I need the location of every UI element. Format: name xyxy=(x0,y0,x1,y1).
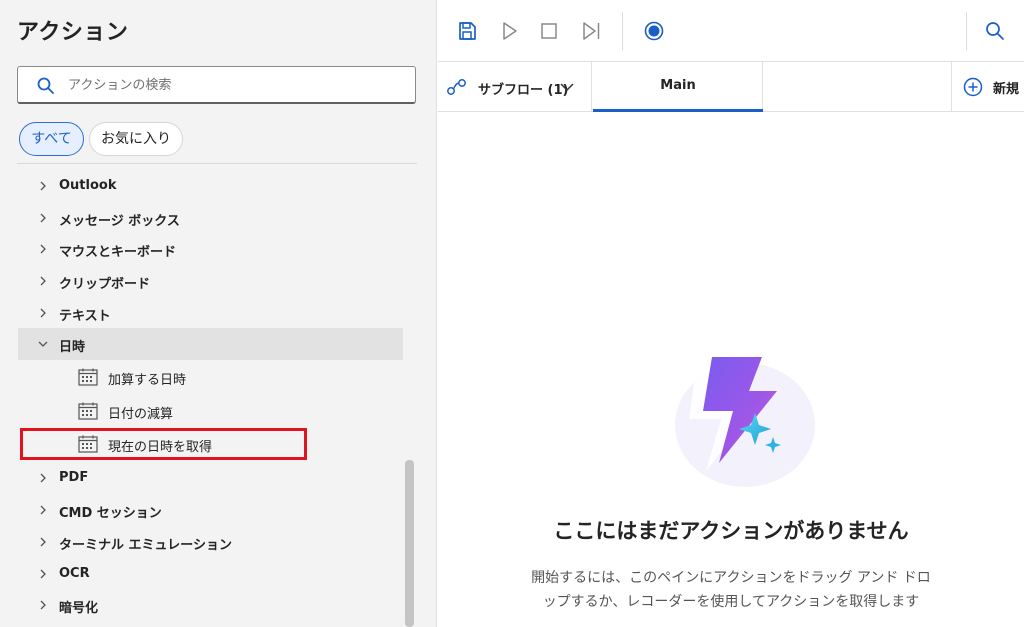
subflow-label: サブフロー (1) xyxy=(478,83,569,98)
tree-item-mouse-keyboard[interactable]: マウスとキーボード xyxy=(18,233,403,265)
tree-item-clipboard[interactable]: クリップボード xyxy=(18,265,403,297)
chevron-right-icon xyxy=(40,276,46,286)
chevron-right-icon xyxy=(40,537,46,547)
tree-item-label: マウスとキーボード xyxy=(59,245,177,260)
stop-icon[interactable] xyxy=(537,19,561,43)
toolbar-separator xyxy=(966,12,967,50)
new-subflow-button[interactable]: 新規 xyxy=(951,62,1024,111)
tree-item-message-box[interactable]: メッセージ ボックス xyxy=(18,202,403,234)
actions-pane-title: アクション xyxy=(17,20,129,45)
tree-item-ocr[interactable]: OCR xyxy=(18,558,403,590)
run-icon[interactable] xyxy=(497,19,521,43)
tree-item-label: CMD セッション xyxy=(59,506,162,521)
filter-favorites-chip[interactable]: お気に入り xyxy=(89,122,183,156)
empty-state-description: 開始するには、このペインにアクションをドラッグ アンド ドロップするか、レコーダ… xyxy=(531,570,931,610)
tree-item-label: Outlook xyxy=(59,178,117,193)
tree-item-label: テキスト xyxy=(59,309,111,324)
toolbar-separator xyxy=(622,12,623,50)
chevron-down-icon xyxy=(560,83,574,92)
chevron-right-icon xyxy=(40,213,46,223)
tree-item-cmd-session[interactable]: CMD セッション xyxy=(18,494,403,526)
empty-state-title: ここにはまだアクションがありません xyxy=(553,519,909,543)
new-subflow-label: 新規 xyxy=(993,82,1020,97)
tree-item-label: PDF xyxy=(59,470,89,485)
tree-item-label: 日時 xyxy=(59,340,86,355)
tree-item-label: クリップボード xyxy=(59,277,151,292)
calendar-icon xyxy=(78,368,98,386)
chevron-right-icon xyxy=(40,181,46,191)
subflow-icon xyxy=(447,79,466,95)
tree-item-datetime[interactable]: 日時 xyxy=(18,328,403,360)
action-item-subtract-dates[interactable]: 日付の減算 xyxy=(18,395,403,427)
action-item-add-datetime[interactable]: 加算する日時 xyxy=(18,361,403,393)
search-icon xyxy=(37,77,54,94)
subflow-dropdown[interactable]: サブフロー (1) xyxy=(438,62,592,111)
chevron-right-icon xyxy=(40,473,46,483)
designer-toolbar xyxy=(438,0,1024,62)
highlight-annotation-box xyxy=(20,428,307,460)
tree-item-terminal-emulation[interactable]: ターミナル エミュレーション xyxy=(18,526,403,558)
tree-item-text[interactable]: テキスト xyxy=(18,297,403,329)
chevron-right-icon xyxy=(40,308,46,318)
actions-pane: アクション すべて お気に入り Outlook メッセージ ボックス マウスとキ… xyxy=(0,0,437,627)
action-search-box[interactable] xyxy=(17,66,416,104)
tree-item-cryptography[interactable]: 暗号化 xyxy=(18,589,403,621)
tab-main[interactable]: Main xyxy=(593,62,763,112)
flow-tabs-bar: サブフロー (1) Main 新規 xyxy=(438,62,1024,112)
calendar-icon xyxy=(78,402,98,420)
step-icon[interactable] xyxy=(579,19,603,43)
chevron-right-icon xyxy=(40,244,46,254)
chevron-down-icon xyxy=(38,341,48,347)
chevron-right-icon xyxy=(40,569,46,579)
save-icon[interactable] xyxy=(455,19,479,43)
add-circle-icon xyxy=(963,77,983,97)
tree-item-label: メッセージ ボックス xyxy=(59,214,180,229)
tree-item-label: ターミナル エミュレーション xyxy=(59,538,233,553)
chevron-right-icon xyxy=(40,505,46,515)
action-item-label: 加算する日時 xyxy=(108,373,187,388)
lightning-bolt-illustration xyxy=(675,357,815,487)
tree-item-label: 暗号化 xyxy=(59,601,99,616)
record-icon[interactable] xyxy=(642,19,666,43)
action-item-label: 日付の減算 xyxy=(108,407,174,422)
divider xyxy=(17,163,417,164)
chevron-right-icon xyxy=(40,600,46,610)
filter-all-chip[interactable]: すべて xyxy=(19,122,84,156)
tree-item-label: OCR xyxy=(59,566,90,581)
active-tab-indicator xyxy=(593,109,763,112)
search-icon[interactable] xyxy=(983,19,1007,43)
tab-main-label: Main xyxy=(660,78,696,93)
tree-item-outlook[interactable]: Outlook xyxy=(18,170,403,202)
scrollbar-thumb[interactable] xyxy=(405,460,414,627)
tree-item-pdf[interactable]: PDF xyxy=(18,462,403,494)
flow-canvas[interactable]: ここにはまだアクションがありません 開始するには、このペインにアクションをドラッ… xyxy=(438,113,1024,627)
search-input[interactable] xyxy=(68,75,398,95)
